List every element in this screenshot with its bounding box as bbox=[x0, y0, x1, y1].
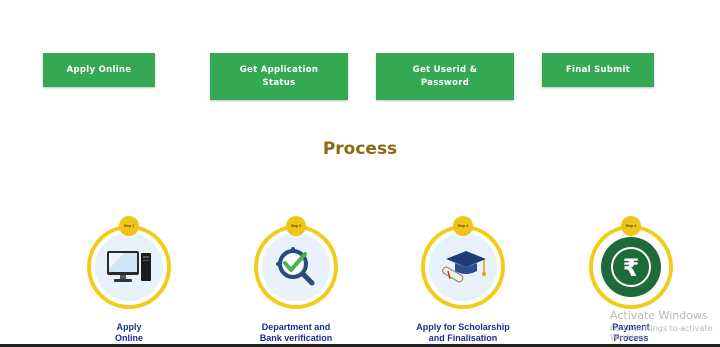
svg-text:₹: ₹ bbox=[623, 254, 640, 282]
step-badge: Step 3 bbox=[453, 216, 473, 236]
get-application-status-button[interactable]: Get Application Status bbox=[210, 53, 348, 100]
step-ring: ₹ bbox=[589, 225, 673, 309]
step-icon-background bbox=[262, 233, 330, 301]
step-label-line2: and Finalisation bbox=[428, 333, 498, 343]
apply-online-label: Apply Online bbox=[66, 64, 132, 75]
step-label-line1: Apply for Scholarship bbox=[416, 322, 510, 332]
process-title: Process bbox=[322, 139, 398, 159]
step-label: Apply Online bbox=[74, 322, 184, 344]
step-ring bbox=[87, 225, 171, 309]
get-application-status-label: Get Application Status bbox=[239, 64, 319, 88]
rupee-icon: ₹ bbox=[611, 247, 651, 287]
activate-windows-watermark: Activate Windows Go to Settings to activ… bbox=[610, 309, 720, 342]
get-userid-password-button[interactable]: Get Userid & Password bbox=[376, 53, 514, 100]
step-label-line1: Apply bbox=[116, 322, 142, 332]
watermark-subtitle: Go to Settings to activate Windows. bbox=[610, 324, 713, 342]
final-submit-button[interactable]: Final Submit bbox=[542, 53, 654, 87]
apply-online-button[interactable]: Apply Online bbox=[43, 53, 155, 87]
step-label: Apply for Scholarship and Finalisation bbox=[408, 322, 518, 344]
step-label: Department and Bank verification bbox=[241, 322, 351, 344]
graduation-cap-icon bbox=[442, 251, 486, 283]
step-label-line2: Bank verification bbox=[259, 333, 333, 343]
step-badge: Step 4 bbox=[621, 216, 641, 236]
step-label-line2: Online bbox=[114, 333, 143, 343]
verification-check-icon bbox=[276, 247, 315, 286]
get-userid-password-label: Get Userid & Password bbox=[412, 64, 478, 88]
step-icon-background bbox=[95, 233, 163, 301]
step-ring bbox=[254, 225, 338, 309]
step-icon-background bbox=[429, 233, 497, 301]
step-icon-background: ₹ bbox=[601, 237, 661, 297]
watermark-title: Activate Windows bbox=[610, 309, 708, 322]
step-ring bbox=[421, 225, 505, 309]
computer-icon bbox=[107, 251, 151, 282]
final-submit-label: Final Submit bbox=[565, 64, 631, 75]
step-label-line1: Department and bbox=[261, 322, 331, 332]
step-badge: Step 1 bbox=[119, 216, 139, 236]
step-badge: Step 2 bbox=[286, 216, 306, 236]
